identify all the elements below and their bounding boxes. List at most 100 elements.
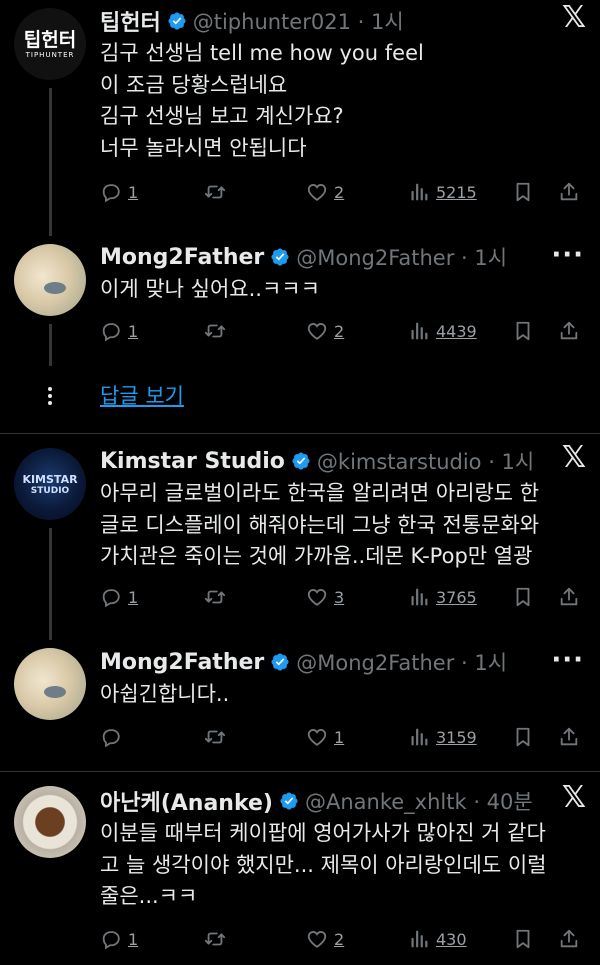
avatar[interactable]: KIMSTAR STUDIO	[14, 448, 86, 520]
reply-count: 1	[128, 929, 139, 949]
avatar-logo-text: KIMSTAR	[22, 472, 78, 486]
author-name[interactable]: Mong2Father	[100, 650, 264, 675]
avatar[interactable]	[14, 648, 86, 720]
views-icon	[408, 181, 430, 203]
bookmark-icon	[512, 586, 534, 608]
reply-button[interactable]	[100, 722, 128, 752]
x-logo-icon[interactable]: 𝕏	[562, 0, 586, 35]
views-icon	[408, 320, 430, 342]
avatar[interactable]	[14, 786, 86, 858]
like-button[interactable]: 2	[306, 316, 344, 346]
author-name[interactable]: Kimstar Studio	[100, 449, 285, 474]
tweet-text: 이분들 때부터 케이팝에 영어가사가 많아진 거 같다 고 늘 생각이야 했지만…	[100, 818, 588, 913]
more-icon[interactable]: ···	[551, 240, 584, 270]
views-count: 4439	[436, 321, 477, 341]
tweet-text: 김구 선생님 tell me how you feel 이 조금 당황스럽네요 …	[100, 38, 588, 164]
views-button[interactable]: 3159	[408, 722, 477, 752]
author-handle[interactable]: @Mong2Father · 1시	[296, 242, 507, 272]
tweet-text-line: 이 조금 당황스럽네요	[100, 72, 288, 97]
action-bar: 1 3 3765	[100, 582, 586, 612]
reply-count: 1	[128, 587, 139, 607]
retweet-icon	[204, 928, 226, 950]
share-button[interactable]	[558, 177, 580, 207]
views-button[interactable]: 3765	[408, 582, 477, 612]
retweet-button[interactable]	[204, 924, 226, 954]
avatar[interactable]: 팁헌터 TIPHUNTER	[14, 8, 86, 80]
share-icon	[558, 726, 580, 748]
retweet-button[interactable]	[204, 316, 226, 346]
like-button[interactable]: 1	[306, 722, 344, 752]
x-logo-icon[interactable]: 𝕏	[562, 780, 586, 815]
bookmark-button[interactable]	[512, 924, 534, 954]
reply-button[interactable]: 1	[100, 177, 138, 207]
bookmark-button[interactable]	[512, 582, 534, 612]
views-button[interactable]: 430	[408, 924, 467, 954]
share-button[interactable]	[558, 582, 580, 612]
share-icon	[558, 928, 580, 950]
bookmark-button[interactable]	[512, 316, 534, 346]
like-button[interactable]: 2	[306, 177, 344, 207]
tweet-header: 팁헌터 @tiphunter021 · 1시	[100, 6, 600, 36]
tweet-text-line: 김구 선생님 보고 계신가요?	[100, 104, 344, 128]
tweet-kimstar-studio[interactable]: KIMSTAR STUDIO Kimstar Studio @kimstarst…	[0, 434, 600, 640]
tweet-text-line: 가치관은 죽이는 것에 가까움..데몬 K-Pop만 열광	[100, 544, 533, 568]
reply-icon	[100, 586, 122, 608]
views-icon	[408, 928, 430, 950]
tweet-mong2father-reply[interactable]: Mong2Father @Mong2Father · 1시 ··· 아쉽긴합니다…	[0, 640, 600, 770]
like-icon	[306, 726, 328, 748]
author-name[interactable]: 아난케(Ananke)	[100, 785, 273, 817]
tweet-text-line: 김구 선생님 tell me how you feel	[100, 41, 424, 65]
more-icon[interactable]: ···	[551, 645, 584, 675]
reply-icon	[100, 320, 122, 342]
share-button[interactable]	[558, 316, 580, 346]
author-handle[interactable]: @kimstarstudio · 1시	[317, 446, 534, 476]
author-handle[interactable]: @tiphunter021 · 1시	[193, 6, 404, 36]
share-icon	[558, 181, 580, 203]
tweet-tiphunter[interactable]: 팁헌터 TIPHUNTER 팁헌터 @tiphunter021 · 1시 𝕏 김…	[0, 0, 600, 236]
verified-badge-icon	[270, 247, 290, 267]
bookmark-button[interactable]	[512, 177, 534, 207]
reply-button[interactable]: 1	[100, 924, 138, 954]
reply-button[interactable]: 1	[100, 316, 138, 346]
tweet-ananke[interactable]: 아난케(Ananke) @Ananke_xhltk · 40분 𝕏 이분들 때부…	[0, 772, 600, 965]
like-button[interactable]: 2	[306, 924, 344, 954]
tweet-text-line: 줄은...ㅋㅋ	[100, 884, 198, 908]
bookmark-icon	[512, 726, 534, 748]
author-handle[interactable]: @Mong2Father · 1시	[296, 647, 507, 677]
tweet-text-line: 글로 디스플레이 해줘야는데 그냥 한국 전통문화와	[100, 512, 540, 537]
retweet-icon	[204, 586, 226, 608]
tweet-header: Mong2Father @Mong2Father · 1시	[100, 647, 600, 677]
avatar[interactable]	[14, 244, 86, 316]
like-count: 2	[334, 929, 345, 949]
retweet-button[interactable]	[204, 722, 226, 752]
reply-count: 1	[128, 321, 139, 341]
views-count: 430	[436, 929, 467, 949]
views-icon	[408, 726, 430, 748]
share-icon	[558, 320, 580, 342]
show-replies-link[interactable]: 답글 보기	[100, 380, 184, 410]
verified-badge-icon	[279, 791, 299, 811]
share-button[interactable]	[558, 924, 580, 954]
vertical-dots-icon	[48, 387, 52, 405]
share-button[interactable]	[558, 722, 580, 752]
like-count: 2	[334, 182, 345, 202]
bookmark-button[interactable]	[512, 722, 534, 752]
verified-badge-icon	[167, 11, 187, 31]
tweet-text-line: 아무리 글로벌이라도 한국을 알리려면 아리랑도 한	[100, 481, 540, 505]
views-icon	[408, 586, 430, 608]
reply-icon	[100, 726, 122, 748]
views-button[interactable]: 5215	[408, 177, 477, 207]
author-name[interactable]: 팁헌터	[100, 5, 161, 37]
x-logo-icon[interactable]: 𝕏	[562, 440, 586, 475]
author-name[interactable]: Mong2Father	[100, 245, 264, 270]
like-button[interactable]: 3	[306, 582, 344, 612]
views-count: 3765	[436, 587, 477, 607]
retweet-icon	[204, 726, 226, 748]
like-count: 1	[334, 727, 345, 747]
reply-button[interactable]: 1	[100, 582, 138, 612]
views-button[interactable]: 4439	[408, 316, 477, 346]
tweet-mong2father-reply[interactable]: Mong2Father @Mong2Father · 1시 ··· 이게 맞나 …	[0, 236, 600, 366]
retweet-button[interactable]	[204, 177, 226, 207]
retweet-button[interactable]	[204, 582, 226, 612]
author-handle[interactable]: @Ananke_xhltk · 40분	[305, 786, 533, 816]
